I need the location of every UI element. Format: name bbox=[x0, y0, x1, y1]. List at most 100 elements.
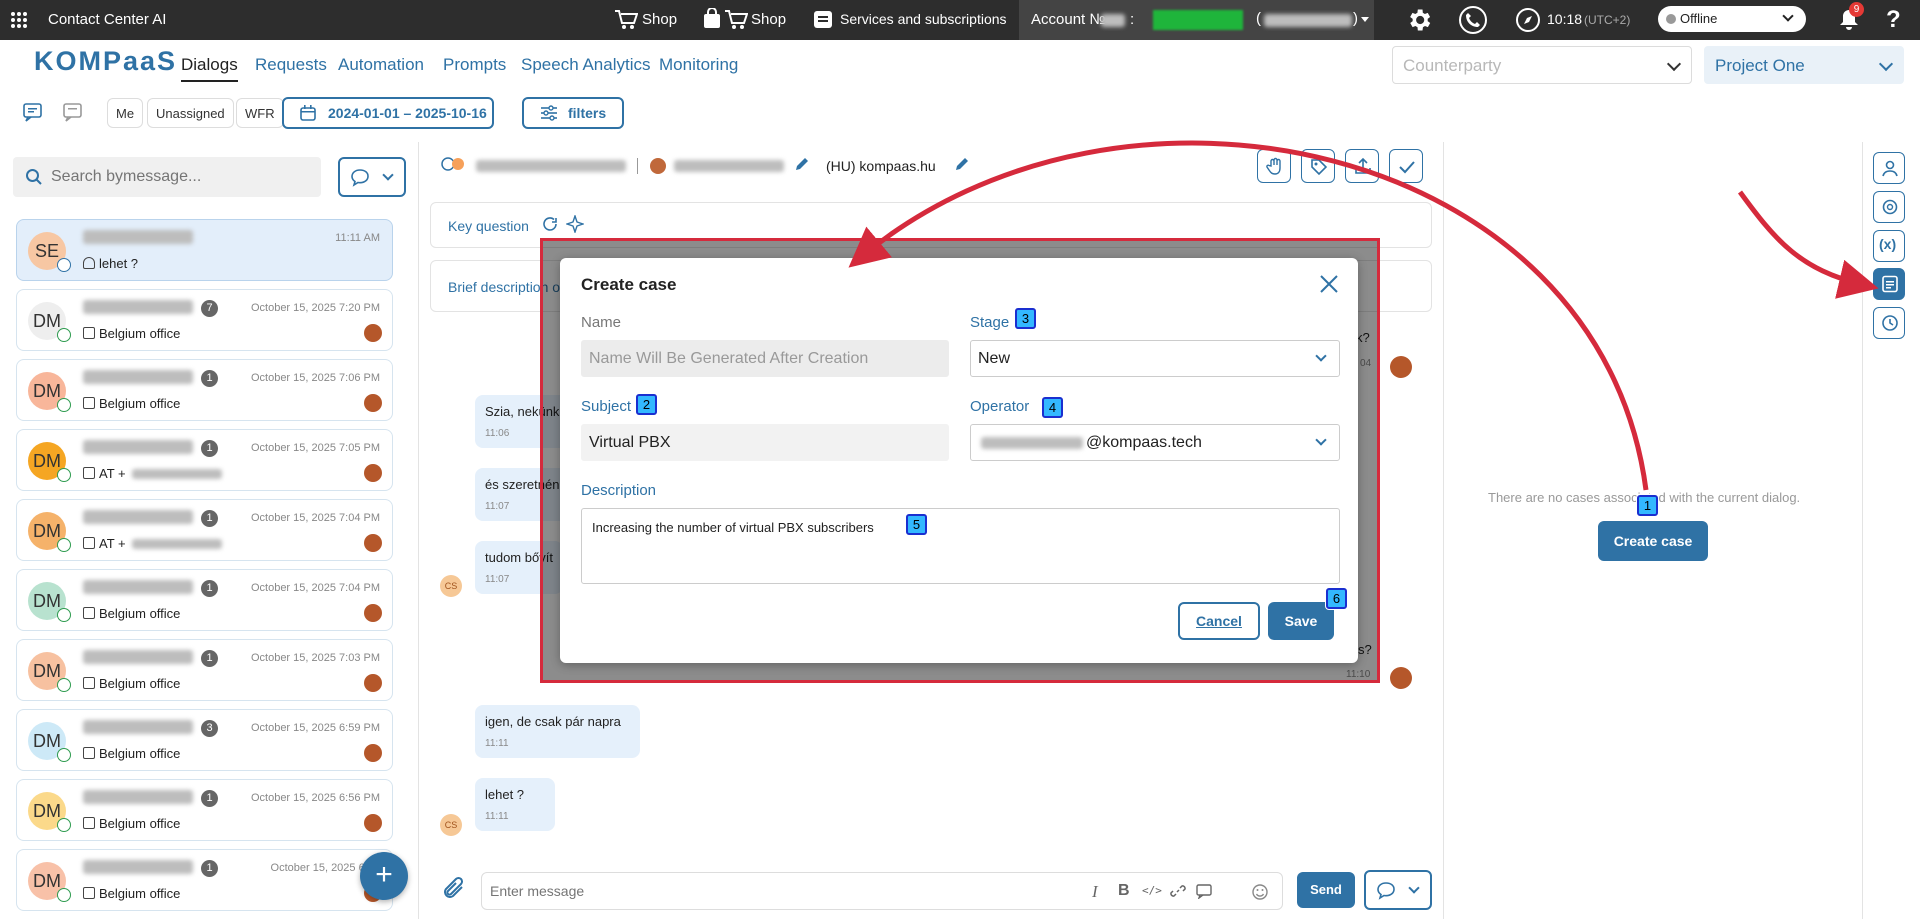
pencil-icon[interactable] bbox=[954, 156, 970, 175]
step-marker-3: 3 bbox=[1015, 308, 1036, 329]
channel-filter-button[interactable] bbox=[338, 157, 406, 197]
subject-label: Subject bbox=[581, 398, 632, 415]
refresh-icon[interactable] bbox=[541, 215, 559, 236]
cancel-button[interactable]: Cancel bbox=[1178, 602, 1260, 640]
cart-icon-2[interactable] bbox=[724, 8, 749, 33]
message-bubble: igen, de csak pár napra 11:11 bbox=[475, 705, 640, 758]
shop-bag-icon[interactable] bbox=[702, 7, 722, 33]
date-range-button[interactable]: 2024-01-01 – 2025-10-16 bbox=[282, 97, 494, 129]
dialog-time: October 15, 2025 6:59 PM bbox=[250, 722, 380, 734]
tab-speech-analytics[interactable]: Speech Analytics bbox=[521, 55, 650, 75]
stage-select[interactable]: New bbox=[970, 340, 1340, 377]
subject-value: Virtual PBX bbox=[589, 434, 671, 451]
paperclip-icon[interactable] bbox=[440, 875, 470, 908]
ai-panel-button[interactable] bbox=[1873, 191, 1905, 223]
logo[interactable]: KOMPaaS bbox=[34, 46, 177, 77]
services-link[interactable]: Services and subscriptions bbox=[840, 11, 1007, 27]
phone-icon[interactable] bbox=[1459, 6, 1487, 34]
message-input[interactable] bbox=[490, 879, 1050, 903]
status-select[interactable]: Offline bbox=[1658, 6, 1806, 32]
bold-icon[interactable]: B bbox=[1118, 882, 1130, 900]
dialog-time: October 15, 2025 7:20 PM bbox=[250, 302, 380, 314]
save-button[interactable]: Save bbox=[1268, 602, 1334, 640]
dialog-list-item[interactable]: DM 7 October 15, 2025 7:20 PM Belgium offic… bbox=[16, 289, 393, 351]
contact-name-redacted bbox=[83, 720, 193, 734]
gear-icon[interactable] bbox=[1405, 6, 1433, 37]
create-case-button[interactable]: Create case bbox=[1598, 521, 1708, 561]
description-label: Description bbox=[581, 482, 657, 499]
cart-icon[interactable] bbox=[614, 8, 639, 33]
shop-link-1[interactable]: Shop bbox=[642, 11, 677, 28]
apps-grid-icon[interactable] bbox=[10, 11, 28, 29]
resolve-button[interactable] bbox=[1389, 149, 1423, 183]
send-options-button[interactable] bbox=[1364, 870, 1432, 910]
tab-dialogs[interactable]: Dialogs bbox=[181, 55, 238, 82]
send-button[interactable]: Send bbox=[1297, 872, 1355, 908]
message-composer[interactable]: I B </> bbox=[481, 872, 1283, 910]
contact-panel-button[interactable] bbox=[1873, 152, 1905, 184]
sparkle-icon[interactable] bbox=[564, 213, 586, 236]
filter-wfr[interactable]: WFR bbox=[236, 98, 284, 128]
dialog-list-item[interactable]: DM 1 October 15, 2025 6:55 Belgium office bbox=[16, 849, 393, 911]
italic-icon[interactable]: I bbox=[1092, 882, 1098, 902]
dialog-list-item[interactable]: DM 1 October 15, 2025 7:04 PM AT + bbox=[16, 499, 393, 561]
tab-monitoring[interactable]: Monitoring bbox=[659, 55, 738, 75]
chat-filter-icon[interactable] bbox=[22, 101, 44, 126]
add-dialog-button[interactable]: + bbox=[360, 852, 408, 900]
variables-panel-button[interactable]: (x) bbox=[1873, 230, 1905, 262]
services-icon[interactable] bbox=[812, 8, 834, 33]
hand-button[interactable] bbox=[1257, 149, 1291, 183]
contact-name-redacted bbox=[83, 370, 193, 384]
message-bubble: lehet ? 11:11 bbox=[475, 778, 555, 831]
link-icon[interactable] bbox=[1170, 883, 1186, 902]
project-label: Project One bbox=[1715, 56, 1805, 75]
pencil-icon[interactable] bbox=[794, 156, 810, 175]
template-icon[interactable] bbox=[1196, 883, 1212, 902]
project-select[interactable]: Project One bbox=[1704, 46, 1904, 84]
chat-filter-icon-2[interactable] bbox=[62, 101, 84, 126]
dialog-list-item[interactable]: DM 1 October 15, 2025 7:05 PM AT + bbox=[16, 429, 393, 491]
filters-button[interactable]: filters bbox=[522, 97, 624, 129]
dialog-list-item[interactable]: DM 1 October 15, 2025 7:06 PM Belgium offic… bbox=[16, 359, 393, 421]
shop-link-2[interactable]: Shop bbox=[751, 11, 786, 28]
step-marker-2: 2 bbox=[636, 394, 657, 415]
chevron-down-icon bbox=[1315, 350, 1327, 362]
dialog-list-item[interactable]: DM 3 October 15, 2025 6:59 PM Belgium offic… bbox=[16, 709, 393, 771]
export-button[interactable] bbox=[1345, 149, 1379, 183]
cases-panel-button[interactable] bbox=[1873, 268, 1905, 300]
operator-avatar bbox=[364, 604, 382, 622]
channel-status-icon bbox=[57, 328, 71, 342]
subject-input[interactable]: Virtual PBX bbox=[581, 424, 949, 461]
history-panel-button[interactable] bbox=[1873, 307, 1905, 339]
tag-button[interactable] bbox=[1301, 149, 1335, 183]
account-selector[interactable]: Account № : ( ) bbox=[1019, 0, 1374, 40]
code-icon[interactable]: </> bbox=[1142, 884, 1162, 897]
chevron-down-icon bbox=[1408, 882, 1420, 894]
close-icon[interactable] bbox=[1319, 274, 1339, 297]
clock-icon bbox=[1881, 314, 1899, 335]
tab-prompts[interactable]: Prompts bbox=[443, 55, 506, 75]
tab-requests[interactable]: Requests bbox=[255, 55, 327, 75]
dialog-list-item[interactable]: DM 1 October 15, 2025 7:03 PM Belgium offic… bbox=[16, 639, 393, 701]
dialog-list-item[interactable]: SE 11:11 AM lehet ? bbox=[16, 219, 393, 281]
emoji-icon[interactable] bbox=[1251, 883, 1269, 904]
ai-knot-icon bbox=[1881, 198, 1899, 219]
dialog-list-item[interactable]: DM 1 October 15, 2025 7:04 PM Belgium offic… bbox=[16, 569, 393, 631]
help-icon[interactable]: ? bbox=[1886, 6, 1901, 34]
dialog-time: October 15, 2025 7:04 PM bbox=[250, 582, 380, 594]
office-icon bbox=[83, 467, 95, 479]
search-input[interactable] bbox=[51, 165, 311, 189]
contact-name-redacted bbox=[476, 160, 626, 172]
unread-badge: 3 bbox=[201, 720, 218, 737]
counterparty-select[interactable]: Counterparty bbox=[1392, 46, 1692, 84]
tab-automation[interactable]: Automation bbox=[338, 55, 424, 75]
dialog-list-item[interactable]: DM 1 October 15, 2025 6:56 PM Belgium offic… bbox=[16, 779, 393, 841]
name-field: Name Will Be Generated After Creation bbox=[581, 340, 949, 377]
description-textarea[interactable]: Increasing the number of virtual PBX sub… bbox=[581, 508, 1340, 584]
operator-select[interactable]: @kompaas.tech bbox=[970, 424, 1340, 461]
customer-avatar: CS bbox=[440, 575, 462, 597]
filter-unassigned[interactable]: Unassigned bbox=[147, 98, 234, 128]
filter-me[interactable]: Me bbox=[107, 98, 144, 128]
compass-icon[interactable] bbox=[1516, 8, 1540, 32]
search-box[interactable] bbox=[13, 157, 321, 197]
